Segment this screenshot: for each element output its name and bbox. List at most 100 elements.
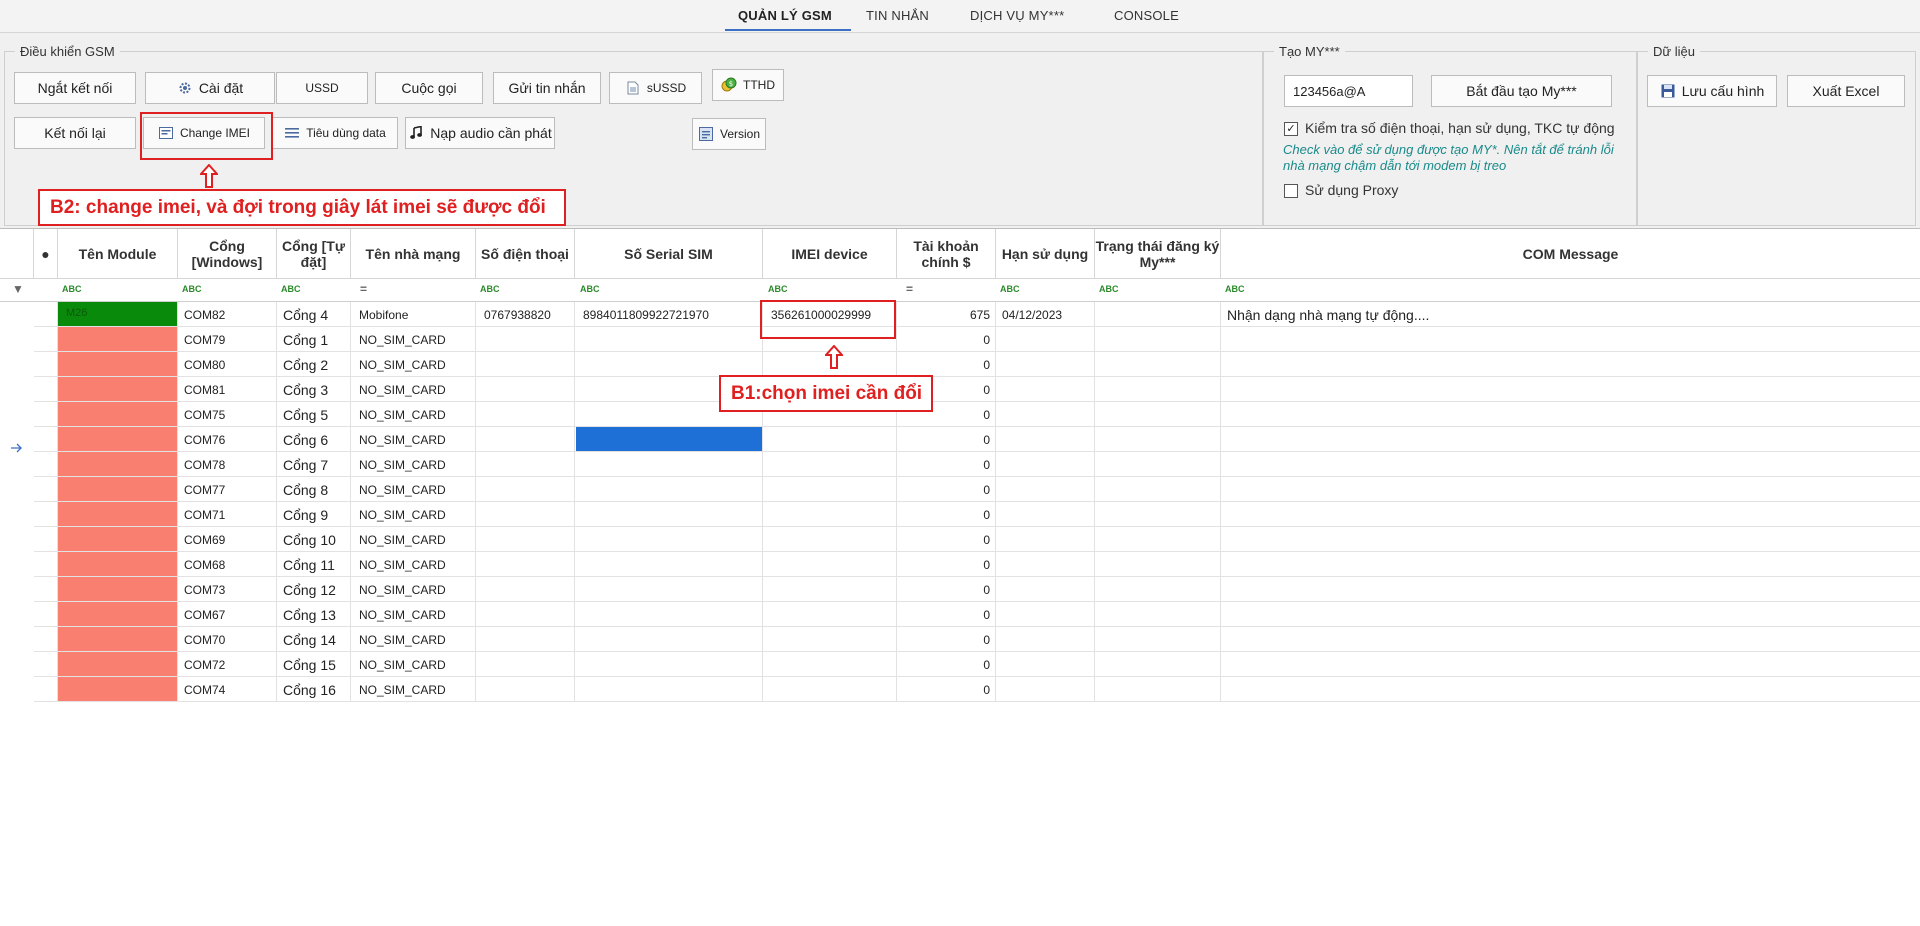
send-sms-button[interactable]: Gửi tin nhắn: [493, 72, 601, 104]
ussd-button[interactable]: USSD: [276, 72, 368, 104]
filter-icon[interactable]: ▼: [12, 282, 24, 296]
cell-msg[interactable]: [1227, 402, 1907, 427]
table-row[interactable]: COM81 Cổng 3 NO_SIM_CARD 0: [34, 377, 1920, 402]
filter-com[interactable]: ABC: [182, 284, 202, 294]
cell-msg[interactable]: [1227, 602, 1907, 627]
cell-msg[interactable]: [1227, 377, 1907, 402]
module-status-cell[interactable]: [58, 552, 178, 576]
module-status-cell[interactable]: [58, 352, 178, 376]
filter-balance[interactable]: =: [906, 282, 913, 296]
cell-port[interactable]: Cổng 6: [283, 427, 353, 452]
cell-imei[interactable]: [771, 477, 899, 502]
filter-serial[interactable]: ABC: [580, 284, 600, 294]
cell-port[interactable]: Cổng 2: [283, 352, 353, 377]
cell-phone[interactable]: [484, 452, 579, 477]
cell-msg[interactable]: [1227, 352, 1907, 377]
cell-carrier[interactable]: NO_SIM_CARD: [359, 652, 479, 677]
cell-reg[interactable]: [1101, 427, 1221, 452]
cell-phone[interactable]: [484, 627, 579, 652]
cell-imei[interactable]: [771, 627, 899, 652]
filter-message[interactable]: ABC: [1225, 284, 1245, 294]
cell-expiry[interactable]: [1002, 602, 1097, 627]
table-row[interactable]: COM67 Cổng 13 NO_SIM_CARD 0: [34, 602, 1920, 627]
column-header-com-windows[interactable]: Cổng [Windows]: [178, 229, 277, 279]
start-create-my-button[interactable]: Bắt đầu tạo My***: [1431, 75, 1612, 107]
cell-msg[interactable]: [1227, 552, 1907, 577]
cell-serial[interactable]: [583, 627, 763, 652]
cell-com[interactable]: COM73: [184, 577, 279, 602]
cell-reg[interactable]: [1101, 502, 1221, 527]
cell-com[interactable]: COM80: [184, 352, 279, 377]
cell-balance-full[interactable]: 0: [900, 577, 990, 602]
cell-serial[interactable]: [583, 652, 763, 677]
cell-port[interactable]: Cổng 1: [283, 327, 353, 352]
cell-phone[interactable]: [484, 352, 579, 377]
cell-balance-full[interactable]: 0: [900, 502, 990, 527]
cell-phone[interactable]: [484, 602, 579, 627]
cell-com[interactable]: COM72: [184, 652, 279, 677]
column-header-expiry[interactable]: Hạn sử dụng: [996, 229, 1095, 279]
table-row[interactable]: COM74 Cổng 16 NO_SIM_CARD 0: [34, 677, 1920, 702]
cell-msg[interactable]: [1227, 677, 1907, 702]
module-status-cell[interactable]: [58, 627, 178, 651]
cell-carrier[interactable]: NO_SIM_CARD: [359, 552, 479, 577]
column-header-registration[interactable]: Trạng thái đăng ký My***: [1095, 229, 1221, 279]
cell-phone[interactable]: [484, 502, 579, 527]
cell-phone[interactable]: [484, 677, 579, 702]
cell-balance-full[interactable]: 0: [900, 452, 990, 477]
cell-balance-full[interactable]: 0: [900, 352, 990, 377]
table-row[interactable]: COM76 Cổng 6 NO_SIM_CARD 0: [34, 427, 1920, 452]
cell-expiry[interactable]: [1002, 677, 1097, 702]
cell-msg[interactable]: [1227, 652, 1907, 677]
cell-imei[interactable]: [771, 652, 899, 677]
cell-imei[interactable]: [771, 577, 899, 602]
module-status-cell[interactable]: [58, 677, 178, 701]
cell-reg[interactable]: [1101, 627, 1221, 652]
filter-port[interactable]: ABC: [281, 284, 301, 294]
cell-com[interactable]: COM82: [184, 302, 279, 327]
cell-reg[interactable]: [1101, 352, 1221, 377]
cell-msg[interactable]: [1227, 577, 1907, 602]
cell-reg[interactable]: [1101, 602, 1221, 627]
table-row[interactable]: COM69 Cổng 10 NO_SIM_CARD 0: [34, 527, 1920, 552]
cell-carrier[interactable]: Mobifone: [359, 302, 479, 327]
cell-expiry[interactable]: [1002, 452, 1097, 477]
cell-balance-full[interactable]: 0: [900, 677, 990, 702]
cell-reg[interactable]: [1101, 552, 1221, 577]
cell-serial[interactable]: [583, 452, 763, 477]
module-status-cell[interactable]: [58, 577, 178, 601]
module-status-cell[interactable]: [58, 427, 178, 451]
column-header-balance[interactable]: Tài khoản chính $: [897, 229, 996, 279]
cell-balance-full[interactable]: 0: [900, 652, 990, 677]
cell-com[interactable]: COM77: [184, 477, 279, 502]
cell-imei[interactable]: [771, 502, 899, 527]
cell-port[interactable]: Cổng 14: [283, 627, 353, 652]
cell-carrier[interactable]: NO_SIM_CARD: [359, 577, 479, 602]
disconnect-button[interactable]: Ngắt kết nối: [14, 72, 136, 104]
cell-serial[interactable]: [583, 502, 763, 527]
cell-msg[interactable]: [1227, 527, 1907, 552]
load-audio-button[interactable]: Nạp audio cần phát: [405, 117, 555, 149]
cell-balance-full[interactable]: 0: [900, 552, 990, 577]
cell-com[interactable]: COM76: [184, 427, 279, 452]
cell-imei[interactable]: [771, 677, 899, 702]
export-excel-button[interactable]: Xuất Excel: [1787, 75, 1905, 107]
cell-carrier[interactable]: NO_SIM_CARD: [359, 377, 479, 402]
table-row[interactable]: COM73 Cổng 12 NO_SIM_CARD 0: [34, 577, 1920, 602]
cell-phone[interactable]: [484, 377, 579, 402]
cell-com[interactable]: COM78: [184, 452, 279, 477]
table-row[interactable]: COM80 Cổng 2 NO_SIM_CARD 0: [34, 352, 1920, 377]
cell-expiry[interactable]: [1002, 577, 1097, 602]
column-header-com-message[interactable]: COM Message: [1221, 229, 1920, 279]
filter-phone[interactable]: ABC: [480, 284, 500, 294]
proxy-checkbox[interactable]: [1284, 184, 1298, 198]
table-row[interactable]: COM77 Cổng 8 NO_SIM_CARD 0: [34, 477, 1920, 502]
cell-phone[interactable]: [484, 327, 579, 352]
module-status-cell[interactable]: [58, 602, 178, 626]
cell-phone[interactable]: [484, 427, 579, 452]
table-row[interactable]: COM71 Cổng 9 NO_SIM_CARD 0: [34, 502, 1920, 527]
cell-port[interactable]: Cổng 7: [283, 452, 353, 477]
cell-serial[interactable]: [583, 602, 763, 627]
cell-com[interactable]: COM79: [184, 327, 279, 352]
cell-balance-full[interactable]: 0: [900, 427, 990, 452]
